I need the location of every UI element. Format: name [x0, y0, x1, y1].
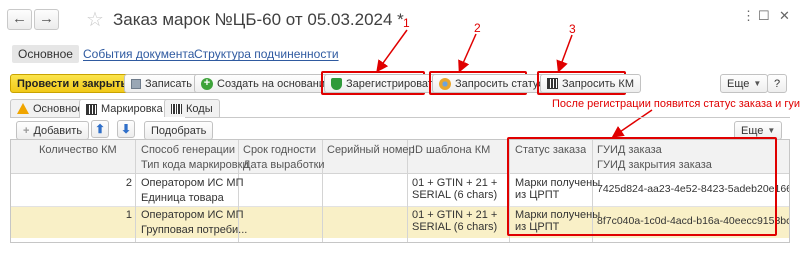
arrow-to-status-columns: [611, 109, 653, 138]
register-button[interactable]: Зарегистрировать: [324, 74, 446, 93]
arrow-to-request-km: [556, 34, 573, 73]
table-more-label: Еще: [741, 124, 764, 137]
move-up-button[interactable]: ⬆: [91, 120, 109, 138]
annotation-number-3: 3: [569, 22, 576, 36]
save-button[interactable]: Записать: [124, 74, 200, 93]
post-and-close-button[interactable]: Провести и закрыть: [10, 74, 135, 93]
window-title: Заказ марок №ЦБ-60 от 05.03.2024 *: [113, 10, 404, 29]
cell-method: Оператором ИС МП: [141, 209, 244, 221]
help-label: ?: [774, 77, 781, 90]
header-marking-code-type[interactable]: Тип кода маркировки: [141, 159, 249, 171]
register-label: Зарегистрировать: [346, 77, 439, 90]
more-label: Еще: [727, 77, 750, 90]
plus-icon: +: [23, 124, 30, 137]
tab-subordination-structure[interactable]: Структура подчиненности: [194, 47, 339, 61]
cell-template-line2: SERIAL (6 chars): [412, 221, 498, 233]
request-status-button[interactable]: Запросить статус: [432, 74, 551, 93]
save-icon: [131, 78, 141, 89]
subtab-codes[interactable]: Коды: [164, 99, 220, 117]
close-icon[interactable]: ✕: [779, 8, 790, 24]
barcode-icon: [171, 103, 182, 114]
cell-quantity: 2: [125, 177, 132, 189]
cell-code-type: Групповая потреби...: [141, 224, 248, 236]
forward-button[interactable]: →: [34, 9, 59, 30]
annotation-number-1: 1: [403, 16, 410, 30]
header-production-date[interactable]: Дата выработки: [243, 159, 325, 171]
shield-icon: [331, 77, 342, 90]
tab-main[interactable]: Основное: [12, 45, 79, 63]
warning-icon: [17, 103, 29, 114]
save-label: Записать: [145, 77, 193, 90]
request-km-button[interactable]: Запросить КМ: [540, 74, 641, 93]
chevron-down-icon: ▼: [753, 79, 762, 88]
more-button[interactable]: Еще ▼: [720, 74, 769, 93]
create-based-on-label: Создать на основании: [217, 77, 332, 90]
subtab-codes-label: Коды: [186, 102, 213, 115]
move-down-button[interactable]: ⬇: [117, 120, 135, 138]
select-button[interactable]: Подобрать: [144, 121, 214, 140]
status-request-icon: [439, 77, 451, 90]
qr-code-icon: [86, 103, 97, 115]
chevron-down-icon: ▼: [767, 126, 776, 135]
annotation-note: После регистрации появится статус заказа…: [552, 98, 800, 110]
cell-template-line1: 01 + GTIN + 21 +: [412, 177, 498, 189]
qr-code-icon: [547, 78, 558, 89]
cell-template-line2: SERIAL (6 chars): [412, 189, 498, 201]
more-menu-icon[interactable]: ⋮: [742, 8, 755, 24]
add-row-label: Добавить: [33, 124, 83, 137]
subtab-main-label: Основное: [33, 102, 84, 115]
back-button[interactable]: ←: [7, 9, 32, 30]
header-quantity[interactable]: Количество КМ: [39, 144, 117, 156]
cell-template-line1: 01 + GTIN + 21 +: [412, 209, 498, 221]
favorite-star-icon[interactable]: ☆: [86, 7, 104, 32]
cell-quantity: 1: [125, 209, 132, 221]
select-label: Подобрать: [151, 124, 207, 137]
request-km-label: Запросить КМ: [562, 77, 634, 90]
arrow-to-register: [376, 29, 408, 73]
header-generation-method[interactable]: Способ генерации ...: [141, 144, 235, 156]
request-status-label: Запросить статус: [455, 77, 544, 90]
post-and-close-label: Провести и закрыть: [17, 77, 128, 90]
cell-code-type: Единица товара: [141, 192, 224, 204]
help-button[interactable]: ?: [767, 74, 788, 93]
annotation-number-2: 2: [474, 21, 481, 35]
add-circle-icon: +: [201, 77, 213, 90]
highlight-status-guid-columns: [507, 137, 777, 236]
cell-method: Оператором ИС МП: [141, 177, 244, 189]
add-row-button[interactable]: + Добавить: [16, 121, 90, 140]
arrow-to-request-status: [458, 33, 477, 73]
header-expiry[interactable]: Срок годности: [243, 144, 316, 156]
header-serial-number[interactable]: Серийный номер: [327, 144, 415, 156]
header-template-id[interactable]: ID шаблона КМ: [412, 144, 490, 156]
maximize-icon[interactable]: ☐: [758, 8, 770, 24]
tab-document-events[interactable]: События документа: [83, 47, 194, 61]
